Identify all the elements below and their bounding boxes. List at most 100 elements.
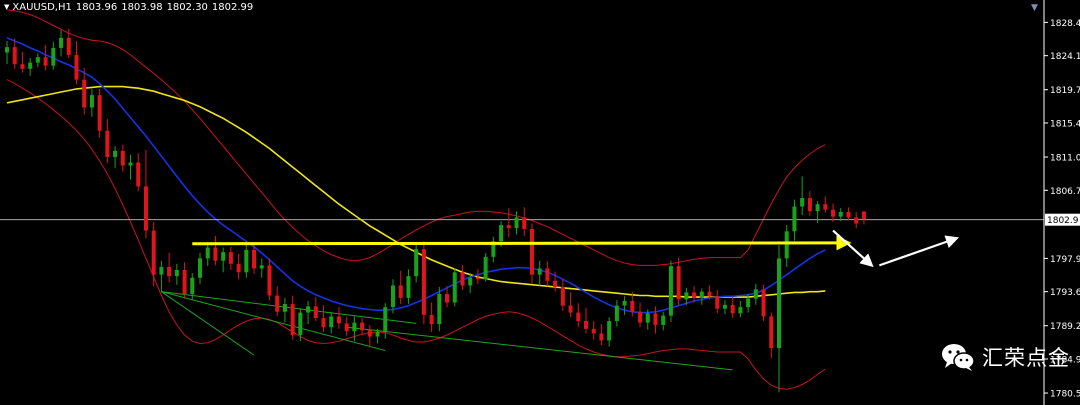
bullish-candle xyxy=(113,150,118,158)
bullish-candle xyxy=(800,198,805,207)
bearish-candle xyxy=(715,296,720,309)
price-tick-label: 1780.5 xyxy=(1050,390,1080,400)
chart-shift-triangle-icon[interactable]: ▼ xyxy=(1031,3,1038,13)
bullish-candle xyxy=(668,266,673,316)
bullish-candle xyxy=(298,312,303,335)
bearish-candle xyxy=(861,211,866,220)
bearish-candle xyxy=(460,272,465,286)
bullish-candle xyxy=(375,331,380,337)
low-price: 1802.30 xyxy=(166,2,208,13)
bullish-candle xyxy=(514,217,519,229)
bearish-candle xyxy=(653,313,658,325)
close-price: 1802.99 xyxy=(211,2,254,13)
bullish-candle xyxy=(738,307,743,314)
bearish-candle xyxy=(43,57,48,66)
bullish-candle xyxy=(661,315,666,325)
bearish-candle xyxy=(275,295,280,312)
candles xyxy=(5,28,866,393)
bullish-candle xyxy=(329,316,334,328)
bullish-candle xyxy=(306,306,311,313)
bearish-candle xyxy=(576,312,581,322)
bearish-candle xyxy=(367,330,372,337)
current-price-label: 1802.9 xyxy=(1047,216,1079,226)
bearish-candle xyxy=(445,293,450,303)
bearish-candle xyxy=(120,150,125,166)
bearish-candle xyxy=(584,321,588,329)
bearish-candle xyxy=(529,228,534,275)
bearish-candle xyxy=(522,217,527,229)
bearish-candle xyxy=(568,305,573,313)
bullish-candle xyxy=(198,258,202,278)
chart-header: ▼ XAUUSD,H1 1803.96 1803.98 1802.30 1802.99 xyxy=(4,2,257,13)
bearish-candle xyxy=(730,304,735,314)
bullish-candle xyxy=(468,277,473,286)
bullish-candle xyxy=(35,57,40,63)
trendline xyxy=(346,326,733,371)
bearish-candle xyxy=(97,95,102,131)
bullish-candle xyxy=(5,47,9,53)
bullish-candle xyxy=(259,265,264,269)
bullish-candle xyxy=(838,211,843,217)
bullish-candle xyxy=(282,304,287,312)
bearish-candle xyxy=(676,266,681,300)
bearish-candle xyxy=(807,198,812,212)
bullish-candle xyxy=(792,206,797,232)
bullish-candle xyxy=(159,266,164,275)
bearish-candle xyxy=(707,291,712,297)
bullish-candle xyxy=(221,252,226,261)
bullish-candle xyxy=(51,47,56,66)
bullish-candle xyxy=(537,268,542,275)
bullish-candle xyxy=(622,300,627,306)
bullish-candle xyxy=(205,247,210,259)
price-tick-label: 1815.4 xyxy=(1050,119,1080,129)
annotation-arrows xyxy=(192,229,960,268)
bullish-candle xyxy=(784,231,789,259)
bullish-candle xyxy=(391,285,395,308)
bearish-candle xyxy=(151,230,156,275)
bullish-candle xyxy=(452,272,457,303)
bearish-candle xyxy=(553,280,558,288)
bearish-candle xyxy=(105,130,110,158)
bullish-candle xyxy=(352,322,357,332)
price-tick-label: 1824.1 xyxy=(1050,52,1080,62)
bearish-candle xyxy=(421,249,426,315)
bearish-candle xyxy=(143,186,148,231)
price-tick-label: 1797.9 xyxy=(1050,255,1080,265)
bullish-candle xyxy=(753,289,758,299)
bullish-candle xyxy=(437,293,442,325)
bearish-candle xyxy=(591,328,596,334)
symbol-timeframe: XAUUSD,H1 xyxy=(12,2,72,13)
bearish-candle xyxy=(599,333,604,341)
high-price: 1803.98 xyxy=(121,2,163,13)
price-tick-label: 1828.4 xyxy=(1050,19,1080,29)
bearish-candle xyxy=(228,252,233,264)
bollinger-upper-line xyxy=(6,9,826,266)
bearish-candle xyxy=(846,211,851,218)
bearish-candle xyxy=(638,311,643,323)
bullish-candle xyxy=(614,305,619,322)
price-tick-label: 1806.7 xyxy=(1050,187,1080,197)
bearish-candle xyxy=(336,316,341,324)
wechat-icon xyxy=(942,344,975,371)
bearish-candle xyxy=(854,217,859,224)
dropdown-triangle-icon[interactable]: ▼ xyxy=(4,3,9,11)
bullish-candle xyxy=(59,37,64,48)
bullish-candle xyxy=(722,304,727,309)
bearish-candle xyxy=(321,317,326,328)
bullish-candle xyxy=(746,298,751,308)
bearish-candle xyxy=(630,300,635,312)
price-tick-label: 1789.2 xyxy=(1050,322,1080,332)
bullish-candle xyxy=(174,270,179,277)
bearish-candle xyxy=(344,323,349,332)
watermark: 汇荣点金 xyxy=(940,340,1070,374)
bearish-candle xyxy=(252,249,257,269)
price-tick-label: 1819.7 xyxy=(1050,86,1080,96)
bearish-candle xyxy=(74,54,79,80)
bearish-candle xyxy=(313,306,318,318)
bearish-candle xyxy=(823,204,828,210)
bullish-candle xyxy=(777,258,781,349)
open-price: 1803.96 xyxy=(75,2,118,13)
bollinger-lower-line xyxy=(6,79,826,390)
price-chart[interactable]: 1828.4 1824.1 1819.7 1815.4 1811.0 1806.7 1797… xyxy=(0,0,1080,405)
bearish-candle xyxy=(761,289,766,317)
